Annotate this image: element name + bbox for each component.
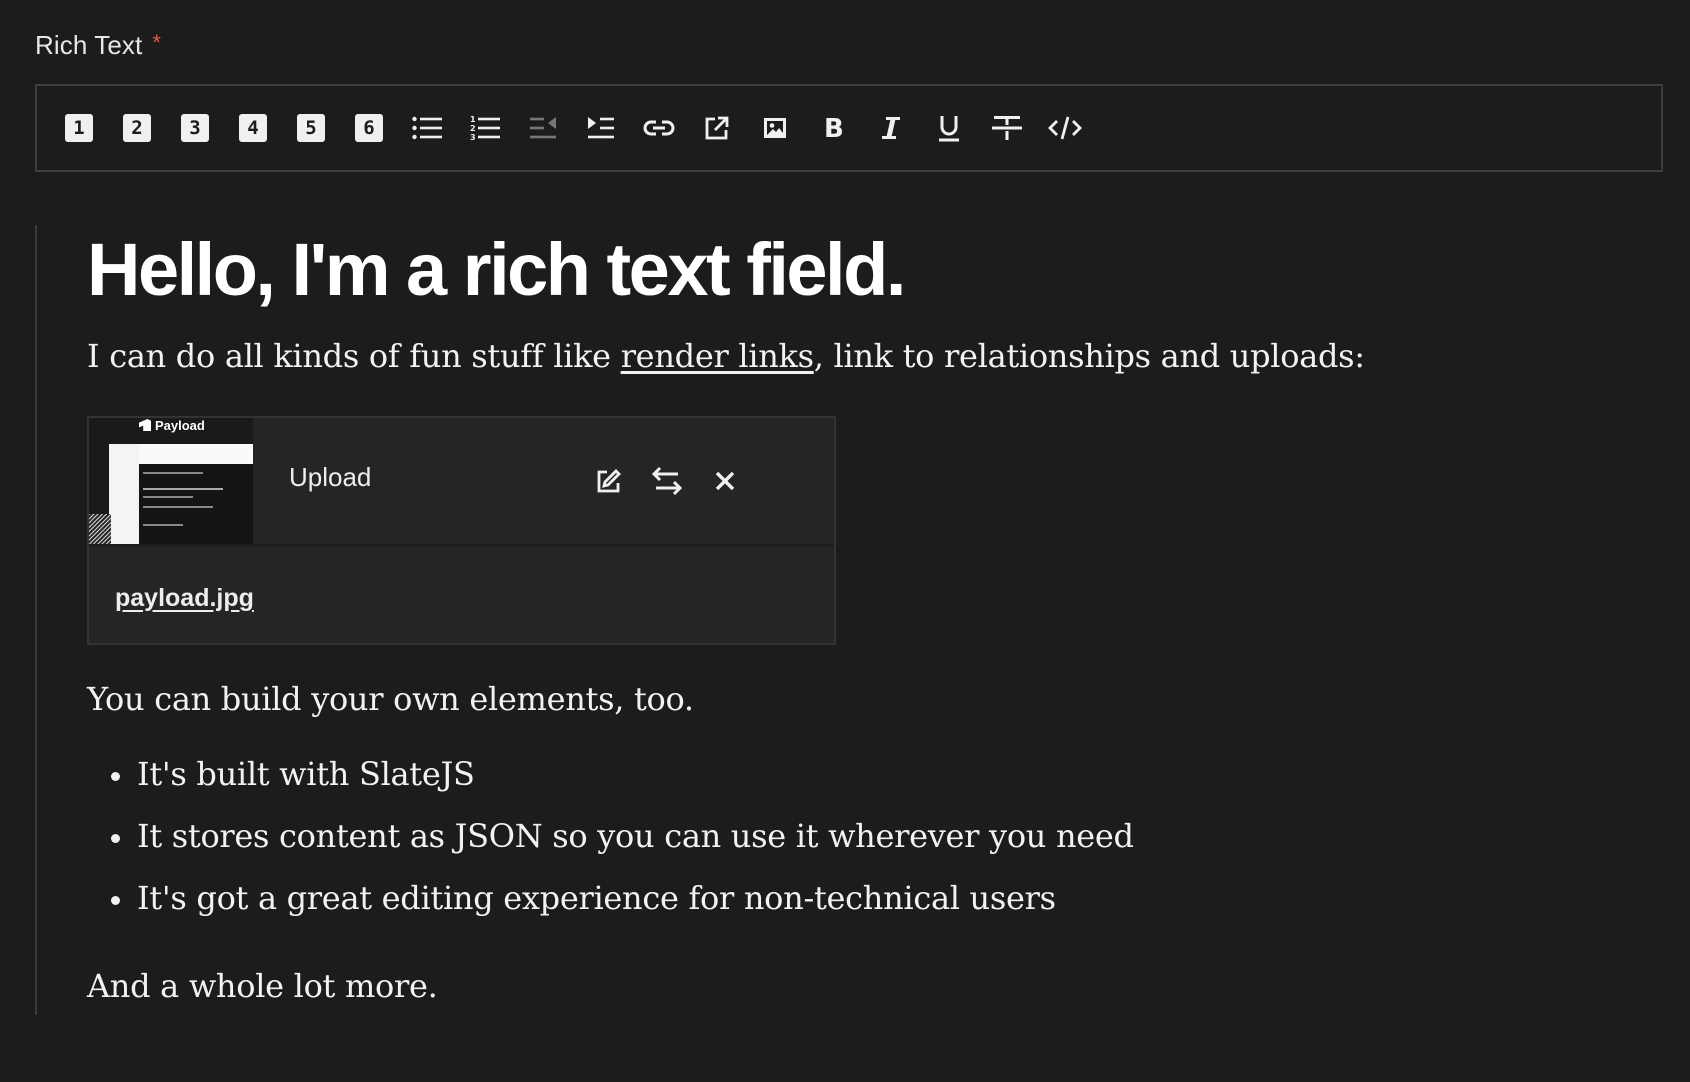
h1-icon: 1 <box>65 114 93 142</box>
list-item-text: It's got a great editing experience for … <box>137 879 1056 917</box>
field-label-text: Rich Text <box>35 30 143 60</box>
indent-button[interactable] <box>579 106 623 150</box>
editor-toolbar: 1 2 3 4 5 6 123 B <box>35 84 1663 172</box>
edit-icon <box>597 469 621 493</box>
link-icon <box>643 120 675 136</box>
payload-logo-icon <box>139 419 151 431</box>
ordered-list-icon: 123 <box>470 115 500 142</box>
close-icon <box>715 471 735 491</box>
heading-5-button[interactable]: 5 <box>289 106 333 150</box>
svg-text:2: 2 <box>470 124 476 133</box>
heading-4-button[interactable]: 4 <box>231 106 275 150</box>
bold-button[interactable]: B <box>811 106 855 150</box>
remove-upload-button[interactable] <box>705 461 745 501</box>
h4-icon: 4 <box>239 114 267 142</box>
list-item: It's got a great editing experience for … <box>87 879 1134 941</box>
upload-button[interactable] <box>753 106 797 150</box>
svg-text:1: 1 <box>470 115 476 124</box>
underline-icon <box>939 116 959 142</box>
closing-paragraph: And a whole lot more. <box>87 967 438 1005</box>
feature-list: It's built with SlateJS It stores conten… <box>87 755 1134 941</box>
list-item: It stores content as JSON so you can use… <box>87 817 1134 879</box>
heading-3-button[interactable]: 3 <box>173 106 217 150</box>
bullet-icon <box>111 896 120 905</box>
h5-icon: 5 <box>297 114 325 142</box>
unordered-list-button[interactable] <box>405 106 449 150</box>
unordered-list-icon <box>412 116 442 140</box>
italic-button[interactable] <box>869 106 913 150</box>
list-item: It's built with SlateJS <box>87 755 1134 817</box>
underline-button[interactable] <box>927 106 971 150</box>
render-links-link[interactable]: render links <box>621 337 814 375</box>
thumbnail-screenshot <box>109 444 253 544</box>
edit-upload-button[interactable] <box>589 461 629 501</box>
upload-thumbnail: Payload <box>89 418 253 544</box>
upload-element: Payload Upload payload.jpg <box>87 416 836 645</box>
swap-upload-button[interactable] <box>647 461 687 501</box>
h6-icon: 6 <box>355 114 383 142</box>
upload-header: Payload Upload <box>89 418 834 546</box>
outdent-button[interactable] <box>521 106 565 150</box>
upload-label: Upload <box>289 462 372 492</box>
list-item-text: It stores content as JSON so you can use… <box>137 817 1134 855</box>
thumbnail-brand: Payload <box>139 418 205 433</box>
strikethrough-button[interactable] <box>985 106 1029 150</box>
upload-filename-link[interactable]: payload.jpg <box>115 584 254 613</box>
intro-text-before: I can do all kinds of fun stuff like <box>87 337 621 375</box>
svg-text:B: B <box>824 115 844 141</box>
custom-elements-paragraph: You can build your own elements, too. <box>87 680 694 718</box>
relationship-button[interactable] <box>695 106 739 150</box>
outdent-icon <box>530 117 556 139</box>
thumbnail-brand-text: Payload <box>155 418 205 433</box>
content-heading: Hello, I'm a rich text field. <box>87 228 906 311</box>
svg-text:3: 3 <box>470 133 476 142</box>
italic-icon <box>882 117 900 139</box>
heading-2-button[interactable]: 2 <box>115 106 159 150</box>
relationship-icon <box>705 116 729 140</box>
bold-icon: B <box>824 115 844 141</box>
code-icon <box>1048 116 1082 140</box>
h3-icon: 3 <box>181 114 209 142</box>
swap-icon <box>651 466 683 496</box>
intro-paragraph: I can do all kinds of fun stuff like ren… <box>87 337 1365 375</box>
strikethrough-icon <box>992 116 1022 140</box>
bullet-icon <box>111 772 120 781</box>
intro-text-after: , link to relationships and uploads: <box>813 337 1365 375</box>
rich-text-editor[interactable]: Hello, I'm a rich text field. I can do a… <box>35 225 1657 1015</box>
ordered-list-button[interactable]: 123 <box>463 106 507 150</box>
required-mark: * <box>152 30 162 55</box>
h2-icon: 2 <box>123 114 151 142</box>
heading-6-button[interactable]: 6 <box>347 106 391 150</box>
upload-image-icon <box>764 118 786 138</box>
list-item-text: It's built with SlateJS <box>137 755 475 793</box>
link-button[interactable] <box>637 106 681 150</box>
field-label: Rich Text * <box>35 30 161 61</box>
heading-1-button[interactable]: 1 <box>57 106 101 150</box>
indent-icon <box>588 117 614 139</box>
bullet-icon <box>111 834 120 843</box>
code-button[interactable] <box>1043 106 1087 150</box>
